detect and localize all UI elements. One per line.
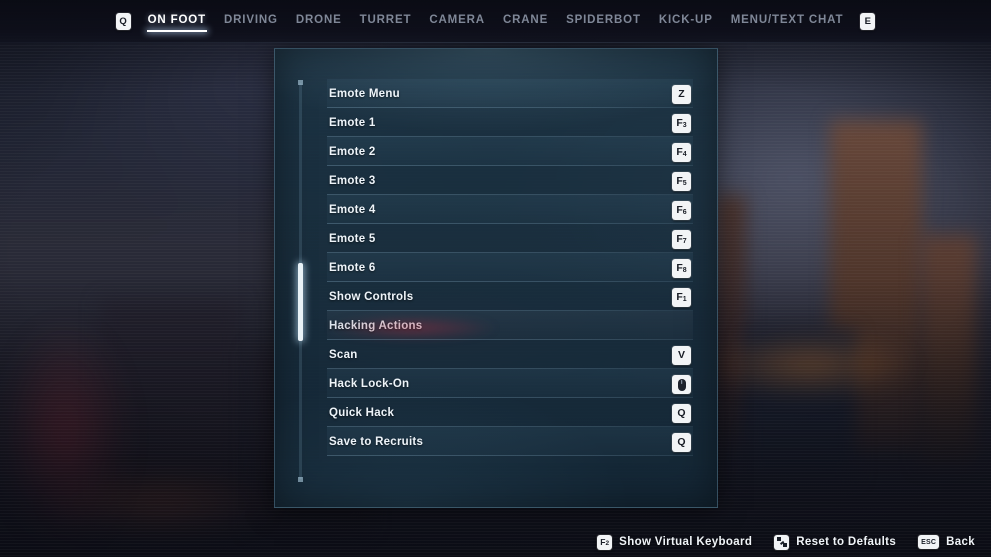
tab-kick-up[interactable]: KICK-UP <box>658 11 714 32</box>
binding-label: Emote 6 <box>329 261 376 274</box>
binding-label: Emote 1 <box>329 116 376 129</box>
binding-label: Save to Recruits <box>329 435 424 448</box>
binding-key-emote-menu[interactable]: Z <box>672 85 691 104</box>
tab-driving[interactable]: DRIVING <box>223 11 279 32</box>
binding-label: Emote 4 <box>329 203 376 216</box>
top-navigation-bar: Q ON FOOT DRIVING DRONE TURRET CAMERA CRANE SP… <box>0 0 991 43</box>
binding-label: Show Controls <box>329 290 414 303</box>
binding-key-letter: Z <box>678 88 685 101</box>
next-category-key-e[interactable]: E <box>860 13 876 30</box>
mouse-icon <box>677 378 686 391</box>
tab-on-foot[interactable]: ON FOOT <box>146 11 208 32</box>
fkey-number: 2 <box>605 540 610 547</box>
binding-label: Emote 5 <box>329 232 376 245</box>
reset-glyph <box>776 537 787 547</box>
binding-key-letter: V <box>677 349 685 362</box>
binding-row-emote-6[interactable]: Emote 6 F8 <box>327 253 693 282</box>
binding-key-mouse[interactable] <box>672 375 691 394</box>
fkey-badge-icon: F2 <box>597 534 613 550</box>
scrollbar-cap-top <box>298 80 303 85</box>
binding-label: Emote 2 <box>329 145 376 158</box>
tab-camera[interactable]: CAMERA <box>428 11 486 32</box>
binding-row-emote-3[interactable]: Emote 3 F5 <box>327 166 693 195</box>
esc-key-icon: ESC <box>918 535 940 549</box>
tab-list: ON FOOT DRIVING DRONE TURRET CAMERA CRANE SPID… <box>146 11 845 32</box>
binding-key-emote-4[interactable]: F6 <box>672 201 691 220</box>
tab-drone[interactable]: DRONE <box>295 11 343 32</box>
binding-list: Emote Menu Z Emote 1 F 3 Emote 2 F 4 Emote 3 F 5 Em… <box>327 79 693 456</box>
binding-label: Emote 3 <box>329 174 376 187</box>
binding-key-letter: Q <box>677 407 686 420</box>
binding-key-emote-6[interactable]: F8 <box>672 259 691 278</box>
binding-label: Quick Hack <box>329 406 395 419</box>
binding-key-save-to-recruits[interactable]: Q <box>672 433 691 452</box>
binding-row-emote-4[interactable]: Emote 4 F6 <box>327 195 693 224</box>
binding-key-number: 8 <box>682 267 687 274</box>
prev-category-key-q[interactable]: Q <box>115 13 131 30</box>
binding-label: Hacking Actions <box>329 319 423 332</box>
controls-settings-screen: Q ON FOOT DRIVING DRONE TURRET CAMERA CRANE SP… <box>0 0 991 557</box>
category-tabs: Q ON FOOT DRIVING DRONE TURRET CAMERA CRANE SP… <box>115 11 876 32</box>
hint-label: Show Virtual Keyboard <box>619 536 753 548</box>
hint-label: Reset to Defaults <box>796 536 897 548</box>
binding-label: Emote Menu <box>329 87 400 100</box>
binding-key-scan[interactable]: V <box>672 346 691 365</box>
binding-key-emote-5[interactable]: F7 <box>672 230 691 249</box>
tab-turret[interactable]: TURRET <box>359 11 413 32</box>
tab-spiderbot[interactable]: SPIDERBOT <box>565 11 642 32</box>
key-bindings-panel: Emote Menu Z Emote 1 F 3 Emote 2 F 4 Emote 3 F 5 Em… <box>274 48 718 508</box>
tab-menu-text-chat[interactable]: MENU/TEXT CHAT <box>730 11 845 32</box>
scrollbar-thumb[interactable] <box>298 263 303 341</box>
binding-key-number: 1 <box>682 296 687 303</box>
scrollbar-track[interactable] <box>298 80 303 482</box>
bottom-action-bar: F 2 Show Virtual Keyboard Reset to Defaults… <box>0 527 991 557</box>
hint-reset-to-defaults[interactable]: Reset to Defaults <box>774 534 897 550</box>
binding-row-hack-lock-on[interactable]: Hack Lock-On <box>327 369 693 398</box>
binding-key-emote-1[interactable]: F3 <box>672 114 691 133</box>
binding-key-number: 3 <box>682 122 687 129</box>
tab-crane[interactable]: CRANE <box>502 11 549 32</box>
section-header-hacking-actions: Hacking Actions <box>327 311 693 340</box>
binding-key-show-controls[interactable]: F1 <box>672 288 691 307</box>
binding-row-quick-hack[interactable]: Quick Hack Q <box>327 398 693 427</box>
hint-label: Back <box>946 536 975 548</box>
scrollbar-cap-bottom <box>298 477 303 482</box>
binding-row-scan[interactable]: Scan V <box>327 340 693 369</box>
binding-row-emote-5[interactable]: Emote 5 F7 <box>327 224 693 253</box>
reset-icon <box>774 534 790 550</box>
binding-label: Scan <box>329 348 358 361</box>
binding-row-emote-2[interactable]: Emote 2 F4 <box>327 137 693 166</box>
hint-show-virtual-keyboard[interactable]: F 2 Show Virtual Keyboard <box>597 534 753 550</box>
binding-key-emote-2[interactable]: F4 <box>672 143 691 162</box>
hint-back[interactable]: ESC Back <box>918 535 975 549</box>
binding-label: Hack Lock-On <box>329 377 410 390</box>
binding-key-letter: Q <box>677 436 686 449</box>
binding-row-save-to-recruits[interactable]: Save to Recruits Q <box>327 427 693 456</box>
binding-key-quick-hack[interactable]: Q <box>672 404 691 423</box>
binding-row-emote-1[interactable]: Emote 1 F3 <box>327 108 693 137</box>
binding-row-emote-menu[interactable]: Emote Menu Z <box>327 79 693 108</box>
binding-key-number: 5 <box>682 180 687 187</box>
binding-row-show-controls[interactable]: Show Controls F 1 <box>327 282 693 311</box>
binding-key-emote-3[interactable]: F5 <box>672 172 691 191</box>
binding-key-number: 7 <box>682 238 687 245</box>
binding-key-number: 4 <box>682 151 687 158</box>
binding-key-number: 6 <box>682 209 687 216</box>
